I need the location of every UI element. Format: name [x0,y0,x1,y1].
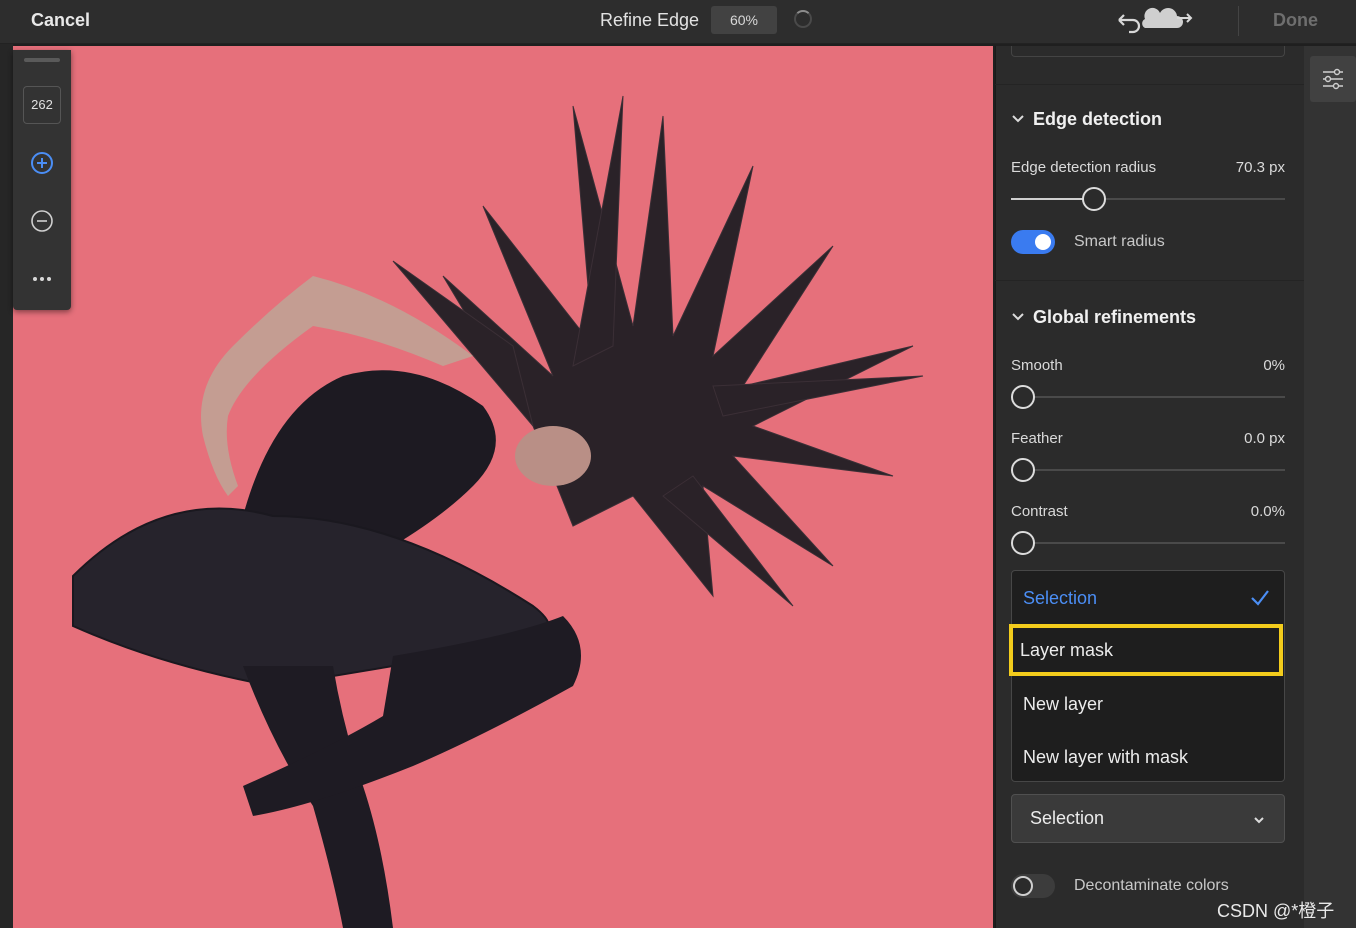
smooth-value: 0% [1263,357,1285,374]
watermark: CSDN @*橙子 [1217,901,1335,921]
chevron-down-icon[interactable] [1011,112,1025,126]
toggle-knob [1013,876,1033,896]
decontaminate-label: Decontaminate colors [1074,877,1229,894]
smooth-slider[interactable] [1011,396,1285,398]
right-rail [1304,46,1356,928]
menu-item-label: New layer [1023,694,1104,714]
undo-cloud-icon[interactable] [1113,4,1197,34]
section-divider [995,84,1304,85]
tool-strip: 262 [13,50,71,310]
contrast-value: 0.0% [1250,503,1285,520]
more-icon[interactable] [30,267,54,291]
feather-value: 0.0 px [1244,430,1285,447]
output-menu: Selection Layer mask New layer New layer… [1009,570,1285,783]
smooth-thumb[interactable] [1011,385,1035,409]
contrast-label: Contrast [1011,503,1068,520]
output-dropdown[interactable]: Selection [1011,794,1285,843]
edge-radius-value: 70.3 px [1235,159,1285,176]
edge-radius-fill [1011,198,1093,200]
brush-size-button[interactable]: 262 [23,86,61,124]
section-divider [995,280,1304,281]
checkmark-icon [1251,590,1269,606]
edge-radius-slider[interactable] [1011,198,1285,200]
dancer-photo [72,95,924,928]
done-button[interactable]: Done [1273,10,1318,31]
panel-previous-section [1011,46,1285,57]
menu-item-new-layer-with-mask[interactable]: New layer with mask [1012,731,1284,783]
decontaminate-toggle[interactable] [1011,874,1055,898]
image-canvas[interactable] [13,46,993,928]
menu-item-layer-mask[interactable]: Layer mask [1009,624,1283,676]
menu-item-label: New layer with mask [1023,747,1189,767]
global-refinements-title[interactable]: Global refinements [1033,307,1196,328]
smart-radius-label: Smart radius [1074,233,1165,250]
loading-spinner-icon [794,10,812,28]
chevron-down-icon[interactable] [1011,310,1025,324]
topbar-divider [1238,6,1239,36]
menu-item-new-layer[interactable]: New layer [1012,678,1284,730]
contrast-thumb[interactable] [1011,531,1035,555]
drag-handle[interactable] [24,58,60,62]
output-dropdown-value: Selection [1030,808,1105,828]
smart-radius-toggle[interactable] [1011,230,1055,254]
smooth-label: Smooth [1011,357,1063,374]
cancel-button[interactable]: Cancel [31,10,90,31]
left-gutter [0,44,13,928]
sliders-icon [1323,68,1343,90]
edge-radius-label: Edge detection radius [1011,159,1157,176]
add-brush-icon[interactable] [30,151,54,175]
edge-radius-thumb[interactable] [1082,187,1106,211]
contrast-slider[interactable] [1011,542,1285,544]
page-title: Refine Edge [600,10,700,30]
subtract-brush-icon[interactable] [30,209,54,233]
toggle-knob [1035,234,1051,250]
menu-item-selection[interactable]: Selection [1012,572,1284,624]
adjustments-button[interactable] [1310,56,1356,102]
top-bar: Cancel Refine Edge 60% Done [0,0,1356,44]
feather-label: Feather [1011,430,1063,447]
edge-detection-title[interactable]: Edge detection [1033,109,1162,130]
feather-thumb[interactable] [1011,458,1035,482]
menu-item-label: Layer mask [1020,640,1114,660]
menu-item-label: Selection [1023,588,1098,608]
feather-slider[interactable] [1011,469,1285,471]
chevron-down-icon [1254,817,1264,824]
zoom-level[interactable]: 60% [711,6,777,34]
